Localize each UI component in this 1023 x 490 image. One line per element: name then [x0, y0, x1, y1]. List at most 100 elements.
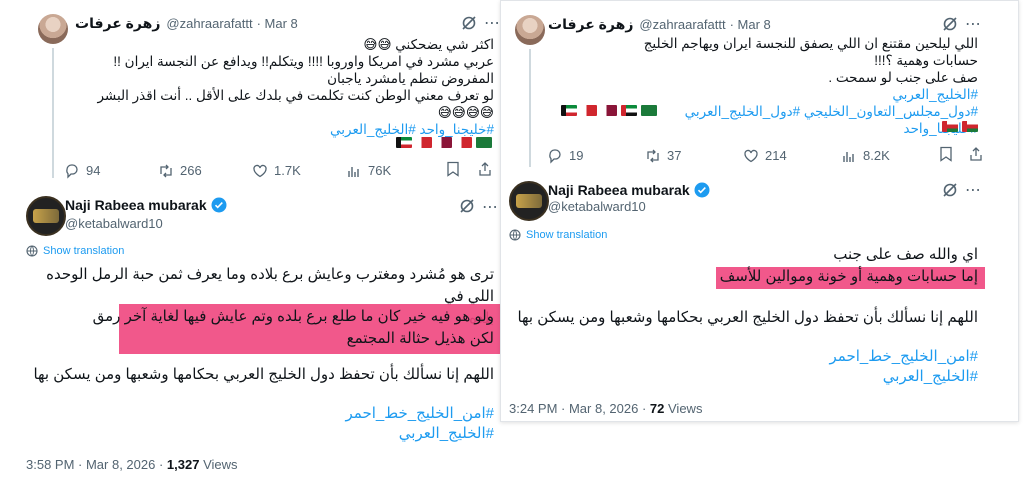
- tweet-line: اللهم إنا نسألك بأن تحفظ دول الخليج العر…: [517, 309, 978, 326]
- kuwait-flag-icon: [561, 105, 577, 116]
- tweet-date[interactable]: · Mar 8: [730, 17, 771, 32]
- tweet-line: ولو هو فيه خير كان ما طلع برع بلده وتم ع…: [92, 308, 494, 325]
- show-translation-link[interactable]: Show translation: [509, 229, 607, 241]
- hashtag-link[interactable]: #امن_الخليج_خط_احمر: [528, 346, 978, 368]
- show-translation-label[interactable]: Show translation: [43, 245, 124, 257]
- handle[interactable]: @ketabalward10: [65, 216, 163, 231]
- verified-badge-icon: [211, 197, 227, 213]
- bahrain-flag-icon: [456, 137, 472, 148]
- views-button[interactable]: 8.2K: [841, 148, 939, 164]
- reply-button[interactable]: 94: [64, 163, 158, 179]
- tweet-line: المفروض تنطم يامشرد ياجبان: [327, 71, 494, 86]
- display-name[interactable]: زهرة عرفات: [548, 16, 633, 33]
- tweet-header: زهرة عرفات @zahraarafattt · Mar 8: [548, 15, 771, 33]
- like-count: 214: [765, 148, 787, 163]
- tweet-header: Naji Rabeea mubarak: [548, 181, 710, 199]
- bookmark-icon[interactable]: [939, 146, 953, 165]
- more-icon[interactable]: ⋯: [484, 13, 500, 33]
- retweet-icon: [160, 164, 172, 177]
- left-tweet-panel: زهرة عرفات @zahraarafattt · Mar 8 ⋯ اكثر…: [0, 0, 500, 490]
- views-label: Views: [668, 401, 703, 416]
- reply-count: 94: [86, 163, 101, 178]
- hashtag-link[interactable]: #دول_مجلس_التعاون_الخليجي #دول_الخليج_ال…: [648, 103, 978, 137]
- flag-emoji-row: [942, 121, 978, 132]
- tweet-line: لو تعرف معني الوطن كنت تكلمت في بلدك على…: [97, 88, 494, 103]
- reply-count: 19: [569, 148, 584, 163]
- handle[interactable]: @zahraarafattt: [639, 17, 725, 32]
- avatar[interactable]: [515, 15, 545, 45]
- more-icon[interactable]: ⋯: [965, 14, 981, 34]
- avatar[interactable]: [38, 14, 68, 44]
- reply-button[interactable]: 19: [547, 148, 645, 164]
- hashtag-link[interactable]: #الخليج_العربي: [558, 86, 978, 103]
- grok-icon[interactable]: [942, 16, 958, 32]
- retweet-button[interactable]: 266: [158, 163, 252, 179]
- globe-icon: [509, 229, 521, 241]
- more-icon[interactable]: ⋯: [482, 197, 498, 217]
- avatar[interactable]: [26, 196, 66, 236]
- more-icon[interactable]: ⋯: [965, 180, 981, 200]
- action-bar: 19 37 214 8.2K: [547, 146, 1007, 165]
- flag-emoji-row: [396, 137, 492, 148]
- tweet-line: اللي ليلحين مقتنع ان اللي يصفق للنجسة اي…: [643, 36, 978, 51]
- tweet-line: 😅😅😅😅: [437, 105, 494, 120]
- show-translation-label[interactable]: Show translation: [526, 229, 607, 241]
- like-button[interactable]: 1.7K: [252, 163, 346, 179]
- tweet-timestamp[interactable]: 3:58 PM · Mar 8, 2026 ·: [26, 457, 163, 472]
- share-icon[interactable]: [969, 146, 983, 165]
- hashtag-link[interactable]: #امن_الخليج_خط_احمر: [24, 403, 494, 425]
- bookmark-icon[interactable]: [446, 161, 460, 180]
- grok-icon[interactable]: [942, 182, 958, 198]
- views-button[interactable]: 76K: [346, 163, 440, 179]
- retweet-button[interactable]: 37: [645, 148, 743, 164]
- display-name[interactable]: Naji Rabeea mubarak: [65, 197, 207, 213]
- right-tweet-panel: زهرة عرفات @zahraarafattt · Mar 8 ⋯ اللي…: [500, 0, 1019, 422]
- globe-icon: [26, 245, 38, 257]
- saudi-flag-icon: [476, 137, 492, 148]
- oman-flag-icon: [942, 121, 958, 132]
- grok-icon[interactable]: [461, 15, 477, 31]
- oman-flag-icon: [962, 121, 978, 132]
- tweet-date[interactable]: · Mar 8: [257, 16, 298, 31]
- tweet-line: صف على جنب لو سمحت .: [828, 70, 978, 85]
- views-label: Views: [203, 457, 238, 472]
- view-count: 76K: [368, 163, 392, 178]
- handle[interactable]: @ketabalward10: [548, 199, 646, 214]
- tweet-line: اكثر شي يضحكني 😅😅: [363, 37, 494, 52]
- grok-icon[interactable]: [459, 198, 475, 214]
- hashtag-line[interactable]: #خليجنا_واحد #الخليج_العربي: [74, 121, 494, 138]
- reply-icon: [66, 163, 78, 179]
- tweet-meta: 3:58 PM · Mar 8, 2026 · 1,327 Views: [26, 457, 238, 472]
- show-translation-link[interactable]: Show translation: [26, 245, 124, 257]
- highlighted-text: ولو هو فيه خير كان ما طلع برع بلده وتم ع…: [24, 306, 494, 350]
- retweet-icon: [647, 149, 659, 162]
- hashtag-link[interactable]: #الخليج_العربي: [24, 423, 494, 445]
- like-count: 1.7K: [274, 163, 301, 178]
- handle[interactable]: @zahraarafattt: [166, 16, 252, 31]
- highlighted-text: إما حسابات وهمية أو خونة وموالين للأسف: [719, 268, 978, 285]
- share-icon[interactable]: [478, 161, 492, 180]
- hashtag-link[interactable]: #الخليج_العربي: [528, 366, 978, 388]
- views-icon: [348, 166, 359, 177]
- display-name[interactable]: زهرة عرفات: [75, 15, 160, 32]
- bahrain-flag-icon: [581, 105, 597, 116]
- view-count: 1,327: [166, 457, 200, 472]
- kuwait-flag-icon: [396, 137, 412, 148]
- retweet-count: 266: [180, 163, 202, 178]
- heart-icon: [253, 164, 267, 177]
- tweet-body: اللي ليلحين مقتنع ان اللي يصفق للنجسة اي…: [558, 35, 978, 86]
- qatar-flag-icon: [601, 105, 617, 116]
- qatar-flag-icon: [436, 137, 452, 148]
- tweet-meta: 3:24 PM · Mar 8, 2026 · 72 Views: [509, 401, 702, 416]
- avatar[interactable]: [509, 181, 549, 221]
- uae-flag-icon: [621, 105, 637, 116]
- like-button[interactable]: 214: [743, 148, 841, 164]
- retweet-count: 37: [667, 148, 682, 163]
- action-bar: 94 266 1.7K 76K: [64, 161, 494, 180]
- thread-line: [529, 49, 531, 167]
- verified-badge-icon: [694, 182, 710, 198]
- display-name[interactable]: Naji Rabeea mubarak: [548, 182, 690, 198]
- tweet-timestamp[interactable]: 3:24 PM · Mar 8, 2026 ·: [509, 401, 646, 416]
- tweet-line: لكن هذيل حثالة المجتمع: [346, 330, 494, 347]
- tweet-line: ترى هو مُشرد ومغترب وعايش برع بلاده وما …: [46, 266, 494, 305]
